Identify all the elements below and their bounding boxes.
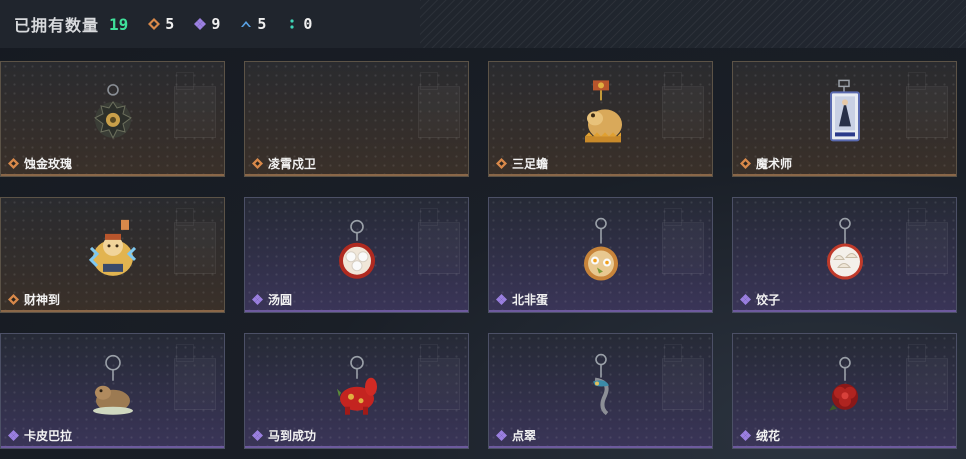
charm-name: 卡皮巴拉 (24, 429, 73, 443)
charm-card[interactable]: 魔术师 (732, 61, 957, 177)
charm-name-row: 蚀金玫瑰 (8, 155, 72, 172)
charm-name-row: 绒花 (740, 427, 780, 444)
collection-header: 已拥有数量 19 5 9 5 0 (0, 0, 966, 48)
charm-name: 点翠 (512, 429, 537, 443)
orange-diamond-icon (8, 294, 19, 305)
purple-rarity-count: 9 (211, 15, 221, 33)
charm-name-row: 饺子 (740, 291, 780, 308)
three-legged-toad-charm-icon (584, 80, 622, 143)
orange-diamond-icon (740, 158, 751, 169)
charm-name: 北非蛋 (512, 293, 549, 307)
shakshuka-pan-charm-icon (583, 217, 618, 281)
charm-name-row: 卡皮巴拉 (8, 427, 72, 444)
fortune-god-charm-icon (88, 219, 136, 276)
purple-diamond-icon (740, 294, 751, 305)
charm-name: 凌霄戍卫 (268, 157, 317, 171)
charm-name: 魔术师 (756, 157, 793, 171)
charm-name: 马到成功 (268, 429, 317, 443)
charm-card[interactable]: 马到成功 (244, 333, 469, 449)
red-horse-charm-icon (336, 355, 377, 415)
charm-name: 蚀金玫瑰 (24, 157, 73, 171)
owned-count-value: 19 (109, 14, 129, 34)
charm-card[interactable]: 财神到 (0, 197, 225, 313)
charm-name: 财神到 (24, 293, 61, 307)
charm-name-row: 魔术师 (740, 155, 792, 172)
gear-rose-charm-icon (93, 84, 132, 139)
purple-diamond-icon (8, 430, 19, 441)
charm-name-row: 凌霄戍卫 (252, 155, 316, 172)
charm-card[interactable]: 卡皮巴拉 (0, 333, 225, 449)
charm-name: 绒花 (756, 429, 781, 443)
dumpling-plate-charm-icon (826, 217, 863, 280)
blue-chevron-icon (240, 18, 252, 30)
velvet-flower-charm-icon (828, 356, 858, 411)
orange-rarity-count: 5 (165, 15, 175, 33)
charm-name-row: 三足蟾 (496, 155, 548, 172)
blue-rarity-count: 5 (257, 15, 267, 33)
charm-card[interactable]: 绒花 (732, 333, 957, 449)
charm-name-row: 财神到 (8, 291, 60, 308)
teal-rarity-stat: 0 (286, 15, 312, 33)
magician-card-charm-icon (829, 79, 860, 142)
purple-rarity-stat: 9 (194, 15, 220, 33)
orange-rarity-stat: 5 (148, 15, 174, 33)
charm-name: 三足蟾 (512, 157, 549, 171)
charm-card[interactable]: 蚀金玫瑰 (0, 61, 225, 177)
charm-name-row: 北非蛋 (496, 291, 548, 308)
charm-card[interactable]: 北非蛋 (488, 197, 713, 313)
owned-count-label: 已拥有数量 (14, 18, 100, 35)
orange-diamond-icon (496, 158, 507, 169)
orange-diamond-icon (252, 158, 263, 169)
charm-card[interactable]: 点翠 (488, 333, 713, 449)
kingfisher-hairpin-charm-icon (592, 353, 609, 416)
capybara-charm-icon (92, 354, 133, 415)
teal-rarity-count: 0 (303, 15, 313, 33)
charm-name: 饺子 (756, 293, 781, 307)
teal-dots-icon (286, 18, 298, 30)
purple-diamond-icon (194, 18, 207, 30)
purple-diamond-icon (496, 430, 507, 441)
blue-rarity-stat: 5 (240, 15, 266, 33)
charm-card[interactable]: 凌霄戍卫 (244, 61, 469, 177)
purple-diamond-icon (252, 430, 263, 441)
charm-name-row: 汤圆 (252, 291, 292, 308)
charm-card[interactable]: 饺子 (732, 197, 957, 313)
purple-diamond-icon (740, 430, 751, 441)
charm-card[interactable]: 汤圆 (244, 197, 469, 313)
orange-diamond-icon (148, 18, 161, 30)
tangyuan-bowl-charm-icon (338, 219, 375, 279)
charm-name-row: 点翠 (496, 427, 536, 444)
charm-name: 汤圆 (268, 293, 293, 307)
charm-card[interactable]: 三足蟾 (488, 61, 713, 177)
charm-name-row: 马到成功 (252, 427, 316, 444)
purple-diamond-icon (252, 294, 263, 305)
purple-diamond-icon (496, 294, 507, 305)
orange-diamond-icon (8, 158, 19, 169)
